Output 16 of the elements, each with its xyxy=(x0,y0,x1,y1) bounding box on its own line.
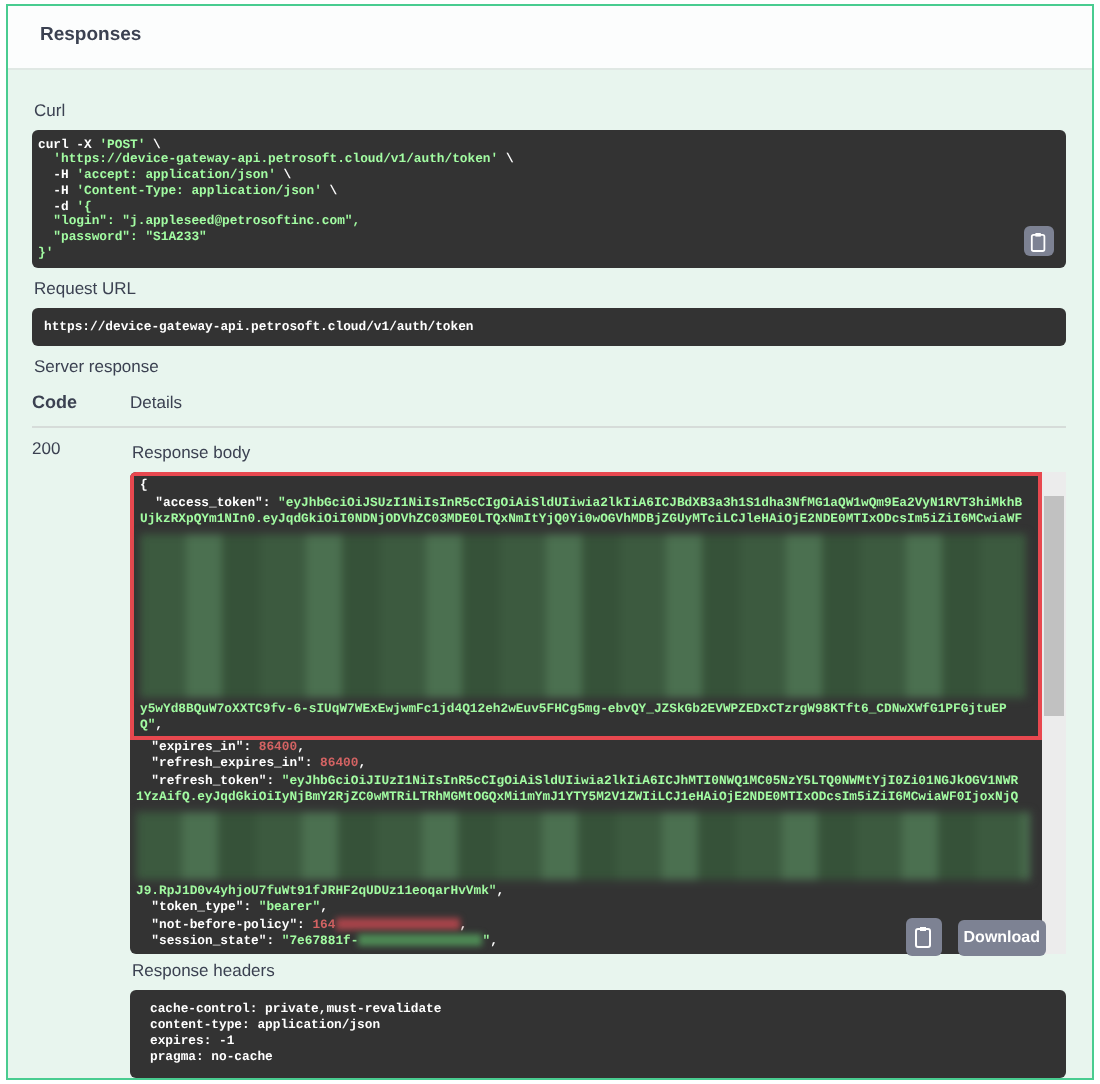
section-title: Responses xyxy=(40,22,142,51)
column-header: Code xyxy=(32,389,79,416)
request-url-label: Request URL xyxy=(34,276,139,302)
response-headers-label: Response headers xyxy=(132,958,277,984)
redacted-blur xyxy=(335,917,460,930)
redacted-blur xyxy=(358,934,483,947)
copy-button[interactable] xyxy=(1024,226,1054,257)
clipboard-icon xyxy=(1030,231,1048,252)
clipboard-icon xyxy=(914,926,934,948)
scrollbar[interactable] xyxy=(1042,472,1066,954)
column-header: Details xyxy=(130,389,182,416)
server-response-label: Server response xyxy=(34,354,161,380)
download-button[interactable]: Download xyxy=(957,920,1046,956)
curl-label: Curl xyxy=(34,98,68,124)
response-body-label: Response body xyxy=(132,440,253,466)
status-code: 200 xyxy=(32,438,61,459)
